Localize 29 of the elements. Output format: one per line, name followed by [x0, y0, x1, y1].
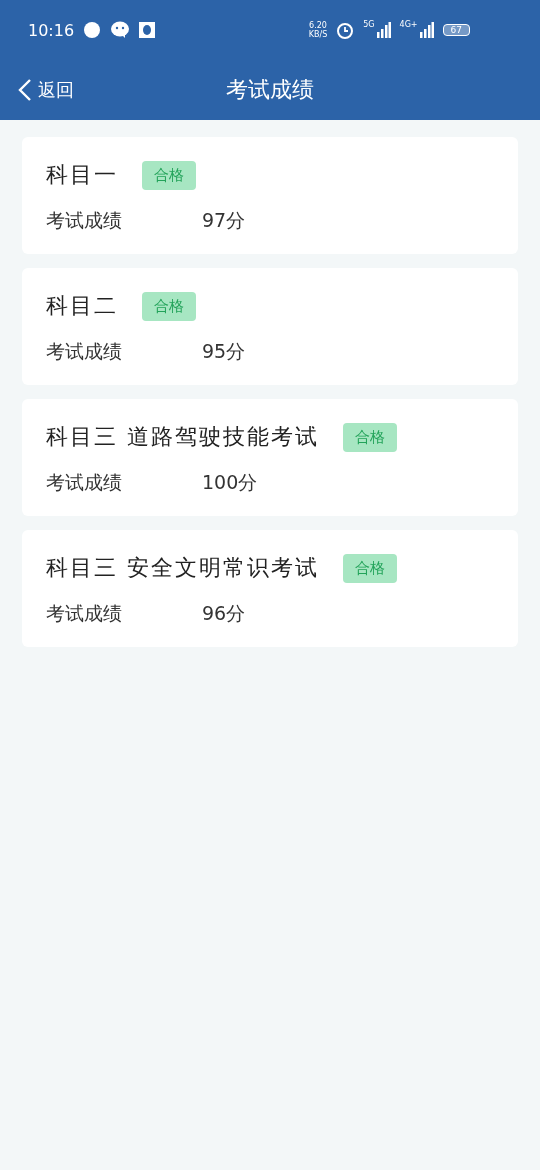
- pass-badge: 合格: [142, 291, 196, 321]
- chat-icon: [110, 21, 131, 39]
- alarm-icon: [336, 21, 355, 39]
- score-label: 考试成绩: [46, 208, 123, 233]
- score-label: 考试成绩: [46, 601, 123, 626]
- score-value: 100分: [202, 470, 258, 495]
- subject-name: 科目一: [46, 161, 118, 189]
- network-label: 4G+: [399, 20, 418, 29]
- pass-badge: 合格: [142, 160, 196, 190]
- signal-icon: [419, 22, 434, 38]
- subject-name: 科目三 道路驾驶技能考试: [46, 423, 319, 451]
- network-speed: 6.20 KB/S: [308, 21, 328, 39]
- score-value: 96分: [202, 601, 246, 626]
- score-value: 97分: [202, 208, 246, 233]
- signal-icon: [376, 22, 391, 38]
- chat-bubble-icon: [83, 21, 102, 39]
- back-icon[interactable]: [18, 78, 32, 102]
- subject-name: 科目三 安全文明常识考试: [46, 554, 319, 582]
- subject-name: 科目二: [46, 292, 118, 320]
- score-value: 95分: [202, 339, 246, 364]
- back-button[interactable]: 返回: [16, 76, 76, 104]
- network-label: 5G: [363, 20, 375, 29]
- score-label: 考试成绩: [46, 470, 123, 495]
- pass-badge: 合格: [343, 422, 397, 452]
- page-title: 考试成绩: [226, 76, 314, 104]
- status-time: 10:16: [28, 20, 75, 40]
- score-label: 考试成绩: [46, 339, 123, 364]
- pass-badge: 合格: [343, 553, 397, 583]
- battery-level: 67: [442, 24, 470, 36]
